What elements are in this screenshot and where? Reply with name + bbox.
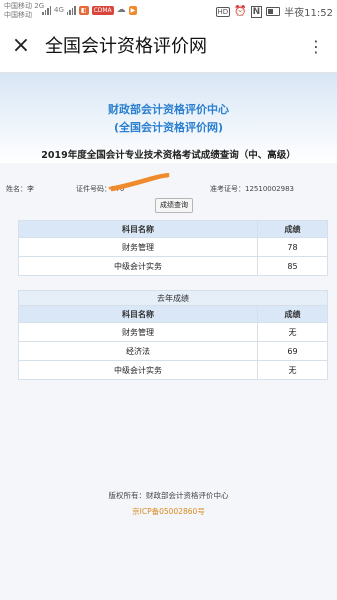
title-bar: × 全国会计资格评价网 ⋮ (0, 22, 337, 73)
more-options-icon[interactable]: ⋮ (308, 37, 325, 57)
table-row: 财务管理 78 (18, 237, 328, 257)
net-type-2: 4G (54, 6, 64, 14)
status-icons: 4G ◧ CDMA ☁ ▶ (42, 5, 138, 15)
score-query-button[interactable]: 成绩查询 (155, 198, 193, 213)
hd-icon: HD (215, 6, 231, 17)
cdma-badge: CDMA (91, 5, 114, 15)
score-cell: 无 (257, 360, 328, 380)
status-time: 半夜11:52 (284, 8, 333, 19)
name-label: 姓名： (6, 185, 27, 193)
battery-icon (266, 7, 281, 16)
app-icon: ▶ (128, 5, 138, 15)
org-site-name: (全国会计资格评价网) (113, 121, 224, 134)
org-name: 财政部会计资格评价中心 (108, 103, 229, 116)
table-row: 经济法 69 (18, 341, 328, 361)
table-row: 中级会计实务 无 (18, 360, 328, 380)
table-row: 财务管理 无 (18, 322, 328, 342)
subject-cell: 中级会计实务 (18, 256, 258, 276)
subject-cell: 中级会计实务 (18, 360, 258, 380)
table-row: 中级会计实务 85 (18, 256, 328, 276)
alarm-icon: ⏰ (234, 6, 247, 17)
status-bar: 中国移动 2G 中国移动 4G ◧ CDMA ☁ ▶ HD ⏰ N 半夜11:5… (0, 0, 337, 22)
signal-icon (42, 5, 51, 15)
icp-link[interactable]: 京ICP备05002860号 (0, 506, 337, 517)
redaction-scribble (108, 173, 170, 192)
last-year-score-table: 去年成绩 科目名称 成绩 财务管理 无 经济法 69 中级会计实务 无 (18, 290, 328, 380)
app-notification-icon: ◧ (78, 5, 89, 15)
id-label: 证件号码： (76, 185, 111, 193)
last-year-caption: 去年成绩 (18, 290, 328, 306)
subject-cell: 财务管理 (18, 237, 258, 257)
status-right: HD ⏰ N 半夜11:52 (215, 4, 333, 19)
exam-no-value: 12510002983 (245, 185, 294, 193)
score-cell: 85 (257, 256, 328, 276)
table-caption-row: 去年成绩 (18, 290, 328, 306)
score-cell: 69 (257, 341, 328, 361)
current-score-table: 科目名称 成绩 财务管理 78 中级会计实务 85 (18, 220, 328, 276)
name-info: 姓名：李 (6, 184, 34, 194)
subject-cell: 经济法 (18, 341, 258, 361)
exam-title: 2019年度全国会计专业技术资格考试成绩查询（中、高级） (41, 150, 296, 161)
subject-cell: 财务管理 (18, 322, 258, 342)
close-icon[interactable]: × (10, 35, 32, 57)
carrier-2: 中国移动 (4, 11, 32, 19)
nfc-icon: N (250, 5, 263, 18)
subject-column-header: 科目名称 (18, 305, 258, 323)
page-title: 全国会计资格评价网 (45, 36, 207, 57)
exam-no-label: 准考证号： (210, 185, 245, 193)
subject-column-header: 科目名称 (18, 220, 258, 238)
name-value: 李 (27, 185, 34, 193)
copyright-text: 版权所有：财政部会计资格评价中心 (108, 491, 229, 500)
table-header-row: 科目名称 成绩 (18, 220, 328, 238)
carrier-1: 中国移动 (4, 2, 32, 10)
score-column-header: 成绩 (257, 305, 328, 323)
score-column-header: 成绩 (257, 220, 328, 238)
score-cell: 无 (257, 322, 328, 342)
table-header-row: 科目名称 成绩 (18, 305, 328, 323)
cloud-icon: ☁ (116, 5, 126, 15)
exam-no-info: 准考证号：12510002983 (210, 184, 294, 194)
score-cell: 78 (257, 237, 328, 257)
signal-icon-2 (66, 5, 76, 15)
carrier-info: 中国移动 2G 中国移动 (4, 2, 44, 20)
